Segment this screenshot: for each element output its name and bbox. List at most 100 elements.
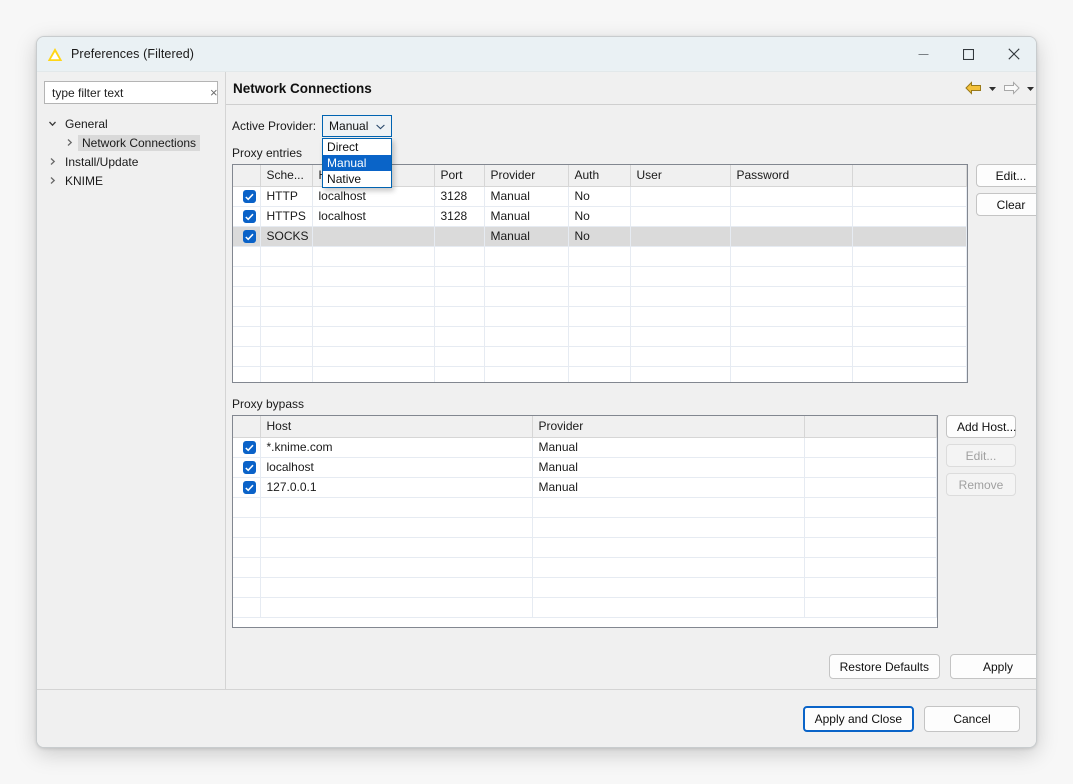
forward-arrow-icon[interactable] [1001, 79, 1022, 97]
table-row[interactable]: *.knime.com Manual [233, 437, 937, 458]
table-empty-row[interactable] [233, 346, 967, 367]
col-host[interactable]: Host [260, 416, 533, 438]
cell-spacer [804, 457, 937, 478]
checkbox-checked-icon[interactable] [242, 481, 256, 495]
row-checkbox-cell[interactable] [233, 437, 261, 458]
close-button[interactable] [991, 37, 1036, 71]
active-provider-select[interactable]: Manual [322, 115, 393, 137]
table-empty-row[interactable] [233, 326, 967, 347]
proxy-bypass-label: Proxy bypass [232, 397, 305, 411]
proxy-entries-table[interactable]: Sche... Host Port Provider Auth User Pas… [232, 164, 968, 383]
cell-provider: Manual [484, 206, 569, 227]
row-checkbox-cell[interactable] [233, 186, 261, 207]
page-content: Active Provider: Manual Direct Manual Na… [226, 105, 1036, 628]
remove-host-button[interactable]: Remove [946, 473, 1016, 496]
knime-triangle-icon [47, 47, 63, 61]
table-row[interactable]: localhost Manual [233, 457, 937, 478]
back-history-chevron-down-icon[interactable] [986, 82, 999, 95]
dropdown-option-direct[interactable]: Direct [323, 139, 391, 155]
preferences-page: Network Connections Active Provider: Man… [226, 72, 1036, 689]
table-empty-row[interactable] [233, 366, 967, 382]
sidebar-item-knime[interactable]: KNIME [44, 171, 218, 190]
forward-history-chevron-down-icon[interactable] [1024, 82, 1036, 95]
cell-host [312, 226, 435, 247]
filter-box[interactable]: × [44, 81, 218, 104]
cell-provider: Manual [532, 477, 805, 498]
row-checkbox-cell[interactable] [233, 206, 261, 227]
col-user[interactable]: User [630, 165, 731, 187]
cell-spacer [852, 186, 967, 207]
clear-filter-icon[interactable]: × [207, 86, 221, 99]
edit-proxy-button[interactable]: Edit... [976, 164, 1036, 187]
proxy-entries-area: Sche... Host Port Provider Auth User Pas… [232, 164, 1036, 383]
active-provider-row: Active Provider: Manual Direct Manual Na… [232, 115, 1036, 188]
col-check [233, 165, 261, 187]
col-provider[interactable]: Provider [532, 416, 805, 438]
table-empty-row[interactable] [233, 577, 937, 598]
cell-host: localhost [312, 186, 435, 207]
checkbox-checked-icon[interactable] [242, 441, 256, 455]
minimize-button[interactable] [901, 37, 946, 71]
table-empty-row[interactable] [233, 597, 937, 618]
checkbox-checked-icon[interactable] [242, 190, 256, 204]
sidebar-item-label: Network Connections [78, 134, 201, 151]
cell-password [730, 206, 853, 227]
row-checkbox-cell[interactable] [233, 477, 261, 498]
chevron-right-icon[interactable] [44, 175, 61, 186]
sidebar-item-network-connections[interactable]: Network Connections [44, 133, 218, 152]
table-row[interactable]: SOCKS Manual No [233, 226, 967, 247]
table-empty-row[interactable] [233, 286, 967, 307]
dialog-body: × General Network Connections [37, 72, 1036, 689]
apply-and-close-button[interactable]: Apply and Close [802, 705, 914, 732]
table-empty-row[interactable] [233, 537, 937, 558]
active-provider-dropdown-list[interactable]: Direct Manual Native [322, 138, 393, 188]
cell-auth: No [568, 206, 631, 227]
cell-spacer [804, 437, 937, 458]
col-provider[interactable]: Provider [484, 165, 569, 187]
restore-defaults-button[interactable]: Restore Defaults [828, 654, 940, 679]
checkbox-checked-icon[interactable] [242, 230, 256, 244]
table-row[interactable]: HTTPS localhost 3128 Manual No [233, 206, 967, 227]
table-empty-row[interactable] [233, 497, 937, 518]
table-empty-row[interactable] [233, 246, 967, 267]
table-empty-row[interactable] [233, 557, 937, 578]
col-scheme[interactable]: Sche... [260, 165, 313, 187]
row-checkbox-cell[interactable] [233, 226, 261, 247]
search-input[interactable] [52, 85, 207, 100]
clear-proxy-button[interactable]: Clear [976, 193, 1036, 216]
chevron-right-icon[interactable] [61, 137, 78, 148]
sidebar-item-install-update[interactable]: Install/Update [44, 152, 218, 171]
cell-spacer [852, 226, 967, 247]
table-empty-row[interactable] [233, 517, 937, 538]
cell-host: 127.0.0.1 [260, 477, 533, 498]
table-row[interactable]: 127.0.0.1 Manual [233, 477, 937, 498]
col-password[interactable]: Password [730, 165, 853, 187]
table-empty-row[interactable] [233, 266, 967, 287]
cancel-button[interactable]: Cancel [924, 705, 1020, 732]
table-row[interactable]: HTTP localhost 3128 Manual No [233, 186, 967, 207]
chevron-down-icon [376, 124, 385, 129]
dropdown-option-manual[interactable]: Manual [323, 155, 392, 171]
chevron-right-icon[interactable] [44, 156, 61, 167]
add-host-button[interactable]: Add Host... [946, 415, 1016, 438]
checkbox-checked-icon[interactable] [242, 210, 256, 224]
window-titlebar: Preferences (Filtered) [37, 37, 1036, 72]
col-auth[interactable]: Auth [568, 165, 631, 187]
apply-button[interactable]: Apply [950, 654, 1036, 679]
back-arrow-icon[interactable] [963, 79, 984, 97]
maximize-button[interactable] [946, 37, 991, 71]
edit-host-button[interactable]: Edit... [946, 444, 1016, 467]
cell-password [730, 186, 853, 207]
col-port[interactable]: Port [434, 165, 485, 187]
table-empty-row[interactable] [233, 306, 967, 327]
checkbox-checked-icon[interactable] [242, 461, 256, 475]
sidebar-item-label: Install/Update [65, 154, 139, 169]
cell-port: 3128 [434, 206, 485, 227]
window-title: Preferences (Filtered) [71, 47, 195, 61]
chevron-down-icon[interactable] [44, 118, 61, 129]
proxy-bypass-table[interactable]: Host Provider *.knime.com Manual localho… [232, 415, 938, 628]
cell-provider: Manual [532, 437, 805, 458]
dropdown-option-native[interactable]: Native [323, 171, 391, 187]
row-checkbox-cell[interactable] [233, 457, 261, 478]
sidebar-item-general[interactable]: General [44, 114, 218, 133]
